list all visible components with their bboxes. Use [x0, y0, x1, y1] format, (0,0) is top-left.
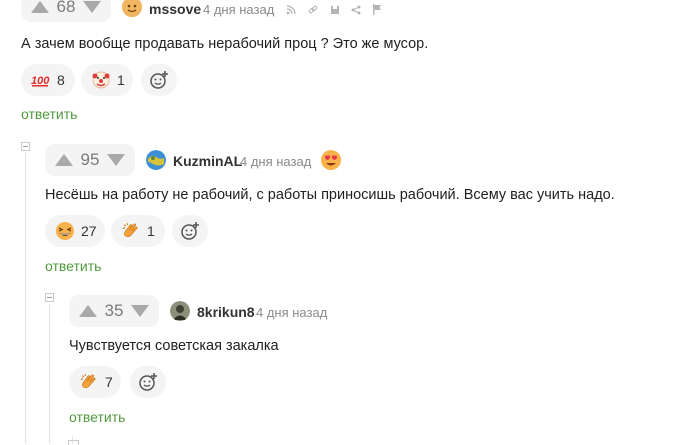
avatar[interactable]	[146, 150, 166, 170]
downvote-button[interactable]	[82, 1, 101, 13]
author-name[interactable]: KuzminAL	[173, 153, 242, 169]
reaction-hundred-points[interactable]: 100 8	[21, 64, 75, 96]
add-reaction-icon	[139, 373, 157, 391]
clapping-hands-icon	[79, 372, 99, 392]
rss-icon[interactable]	[286, 5, 296, 15]
rating-score: 68	[56, 0, 76, 16]
author-name[interactable]: mssove	[149, 1, 201, 17]
comment-date[interactable]: 4 дня назад	[240, 154, 311, 169]
save-icon[interactable]	[330, 5, 340, 15]
thread-line-level1	[25, 152, 26, 444]
rating-widget: 68	[21, 0, 111, 22]
comment-text: Чувствуется советская закалка	[69, 338, 279, 354]
comment-text: А зачем вообще продавать нерабочий проц …	[21, 36, 429, 52]
reaction-count: 8	[57, 72, 65, 88]
avatar[interactable]	[170, 301, 190, 321]
add-reaction-icon	[181, 222, 199, 240]
grinning-squint-icon	[55, 221, 75, 241]
comment-date[interactable]: 4 дня назад	[203, 2, 274, 17]
hundred-points-icon: 100	[31, 70, 51, 90]
reaction-clapping-hands[interactable]: 1	[111, 215, 165, 247]
flag-icon[interactable]	[372, 4, 382, 15]
link-icon[interactable]	[308, 5, 318, 15]
heart-eyes-icon	[320, 149, 342, 171]
collapse-toggle-comment-3[interactable]	[45, 293, 54, 302]
comment-date[interactable]: 4 дня назад	[256, 305, 327, 320]
thread-line-level2	[49, 304, 50, 444]
add-reaction-button[interactable]	[130, 366, 166, 398]
upvote-button[interactable]	[55, 154, 73, 166]
clapping-hands-icon	[121, 221, 141, 241]
upvote-button[interactable]	[79, 305, 97, 317]
add-reaction-button[interactable]	[141, 64, 177, 96]
share-icon[interactable]	[351, 5, 361, 15]
reaction-count: 27	[81, 223, 97, 239]
reply-link[interactable]: ответить	[21, 106, 77, 122]
rating-score: 35	[104, 301, 124, 320]
collapse-toggle-comment-2[interactable]	[21, 142, 30, 151]
downvote-button[interactable]	[130, 305, 149, 317]
add-reaction-icon	[150, 71, 168, 89]
reaction-clapping-hands[interactable]: 7	[69, 366, 121, 398]
rating-widget: 35	[69, 295, 159, 327]
comment-text: Несёшь на работу не рабочий, с работы пр…	[45, 187, 615, 203]
reply-link[interactable]: ответить	[45, 258, 101, 274]
author-name[interactable]: 8krikun8	[197, 304, 255, 320]
reaction-count: 7	[105, 374, 113, 390]
add-reaction-button[interactable]	[172, 215, 208, 247]
reaction-count: 1	[147, 223, 155, 239]
rating-widget: 95	[45, 144, 135, 176]
reaction-clown[interactable]: 1	[81, 64, 133, 96]
rating-score: 95	[80, 150, 100, 169]
upvote-button[interactable]	[31, 1, 49, 13]
clown-face-icon	[91, 70, 111, 90]
collapse-toggle-next[interactable]	[68, 440, 79, 445]
reply-link[interactable]: ответить	[69, 409, 125, 425]
downvote-button[interactable]	[106, 154, 125, 166]
avatar[interactable]	[122, 0, 142, 17]
reaction-count: 1	[117, 72, 125, 88]
reaction-grinning-squint[interactable]: 27	[45, 215, 105, 247]
